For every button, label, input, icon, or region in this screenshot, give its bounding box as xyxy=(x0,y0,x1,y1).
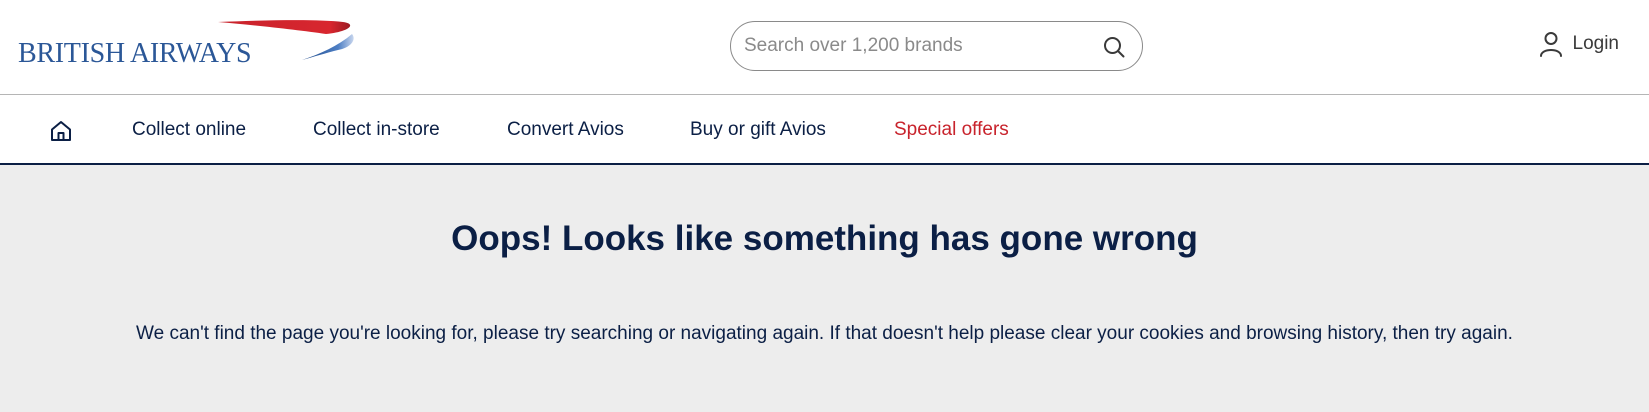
main-navigation: Collect online Collect in-store Convert … xyxy=(0,95,1649,165)
user-icon xyxy=(1539,32,1562,57)
nav-item-convert-avios[interactable]: Convert Avios xyxy=(507,119,624,141)
error-message: We can't find the page you're looking fo… xyxy=(136,323,1513,344)
search-box[interactable] xyxy=(730,21,1143,71)
error-panel: Oops! Looks like something has gone wron… xyxy=(0,165,1649,412)
speedmarque-icon xyxy=(218,20,354,60)
nav-item-collect-in-store[interactable]: Collect in-store xyxy=(313,119,440,141)
nav-item-special-offers[interactable]: Special offers xyxy=(894,119,1009,141)
error-title: Oops! Looks like something has gone wron… xyxy=(451,219,1198,258)
home-icon[interactable] xyxy=(49,119,73,143)
nav-item-buy-or-gift-avios[interactable]: Buy or gift Avios xyxy=(690,119,826,141)
search-input[interactable] xyxy=(731,35,1081,57)
login-button[interactable]: Login xyxy=(1539,31,1620,57)
british-airways-logo[interactable]: BRITISH AIRWAYS xyxy=(18,20,354,72)
search-icon[interactable] xyxy=(1102,35,1126,59)
login-label: Login xyxy=(1572,33,1620,54)
site-header: BRITISH AIRWAYS Search over 1,200 brands… xyxy=(0,0,1649,95)
nav-item-collect-online[interactable]: Collect online xyxy=(132,119,246,141)
